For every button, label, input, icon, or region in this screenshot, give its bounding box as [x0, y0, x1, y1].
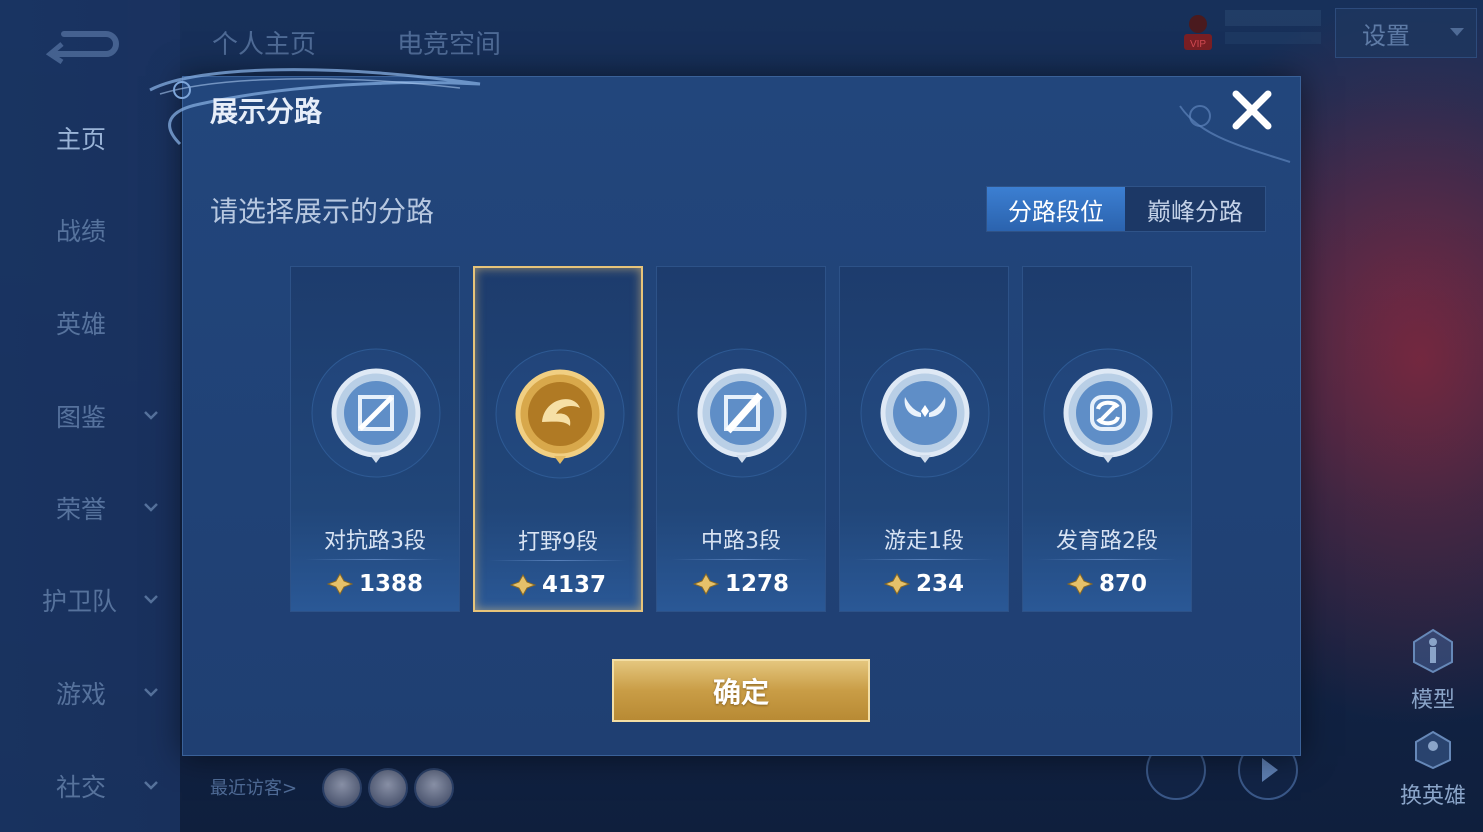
sidebar-item-label: 护卫队 [42, 587, 118, 616]
sidebar-item-social[interactable]: 社交 [0, 756, 180, 816]
lane-mode-tabs: 分路段位 巅峰分路 [986, 186, 1266, 232]
dialog-subtitle: 请选择展示的分路 [210, 195, 435, 228]
slash-emblem-icon [677, 348, 807, 478]
confirm-button[interactable]: 确定 [612, 659, 870, 722]
divider [489, 560, 627, 561]
bow-emblem-icon [1043, 348, 1173, 478]
avatar[interactable] [322, 768, 362, 808]
lane-name: 发育路2段 [1056, 529, 1158, 554]
model-label: 模型 [1410, 688, 1455, 713]
sidebar-item-heroes[interactable]: 英雄 [0, 293, 180, 353]
lane-name: 游走1段 [884, 529, 964, 554]
chevron-down-icon [1450, 28, 1464, 36]
sidebar-item-honor[interactable]: 荣誉 [0, 478, 180, 538]
lane-name: 对抗路3段 [324, 529, 426, 554]
figure-icon [1413, 628, 1453, 674]
divider [671, 559, 811, 560]
sidebar-item-label: 主页 [56, 125, 107, 154]
sidebar-item-label: 社交 [56, 773, 107, 802]
lane-card-mid[interactable]: 中路3段 1278 [656, 266, 826, 612]
divider [1037, 559, 1177, 560]
sidebar-item-guard[interactable]: 护卫队 [0, 570, 180, 630]
lane-card-top[interactable]: 对抗路3段 1388 [290, 266, 460, 612]
divider [854, 559, 994, 560]
recent-visitors-link[interactable]: 最近访客> [210, 774, 297, 800]
settings-button[interactable]: 设置 [1335, 8, 1477, 58]
sidebar-item-label: 荣誉 [56, 495, 107, 524]
sidebar-item-game[interactable]: 游戏 [0, 663, 180, 723]
sidebar-item-label: 图鉴 [56, 403, 107, 432]
swap-hero-icon [1415, 730, 1451, 770]
lane-score: 870 [1023, 571, 1191, 597]
divider [305, 559, 445, 560]
lane-score-value: 234 [915, 571, 964, 597]
chevron-down-icon [144, 595, 158, 604]
dragon-emblem-icon [495, 349, 625, 479]
wing-emblem-icon [860, 348, 990, 478]
lane-name: 打野9段 [518, 530, 598, 555]
rank-points-icon [692, 573, 719, 595]
chevron-down-icon [144, 411, 158, 420]
close-icon[interactable] [1228, 86, 1276, 134]
sword-emblem-icon [311, 348, 441, 478]
chevron-down-icon [144, 503, 158, 512]
settings-label: 设置 [1362, 21, 1410, 50]
back-arrow-icon[interactable] [46, 24, 122, 64]
sidebar-item-codex[interactable]: 图鉴 [0, 386, 180, 446]
rank-points-icon [509, 574, 536, 596]
rank-points-icon [1066, 573, 1093, 595]
lane-card-roam[interactable]: 游走1段 234 [839, 266, 1009, 612]
chevron-down-icon [144, 781, 158, 790]
rank-points-icon [883, 573, 910, 595]
lane-card-farm[interactable]: 发育路2段 870 [1022, 266, 1192, 612]
lane-score-value: 1278 [724, 571, 789, 597]
lane-score: 1388 [291, 571, 459, 597]
switch-hero-button[interactable]: 换英雄 [1395, 730, 1471, 810]
vip-label: VIP [1190, 39, 1206, 50]
rank-points-icon [326, 573, 353, 595]
lane-card-jungle[interactable]: 打野9段 4137 [473, 266, 643, 612]
model-button[interactable]: 模型 [1395, 628, 1471, 714]
lane-score: 4137 [475, 572, 641, 598]
lane-score-value: 870 [1098, 571, 1147, 597]
lane-score-value: 4137 [541, 572, 606, 598]
avatar[interactable] [414, 768, 454, 808]
tab-lane-rank[interactable]: 分路段位 [987, 187, 1125, 231]
sidebar-item-label: 英雄 [56, 310, 107, 339]
tab-peak-lane[interactable]: 巅峰分路 [1126, 187, 1264, 231]
sidebar-item-records[interactable]: 战绩 [0, 200, 180, 260]
dialog-title: 展示分路 [210, 95, 323, 128]
chevron-down-icon [144, 688, 158, 697]
lane-score-value: 1388 [358, 571, 423, 597]
lane-name: 中路3段 [701, 529, 781, 554]
sidebar-item-label: 战绩 [56, 217, 107, 246]
notice-text [1225, 10, 1321, 50]
sidebar-item-label: 游戏 [56, 680, 107, 709]
lane-score: 234 [840, 571, 1008, 597]
avatar[interactable] [368, 768, 408, 808]
vip-icon[interactable]: VIP [1180, 10, 1216, 54]
switch-hero-label: 换英雄 [1399, 784, 1466, 809]
lane-score: 1278 [657, 571, 825, 597]
